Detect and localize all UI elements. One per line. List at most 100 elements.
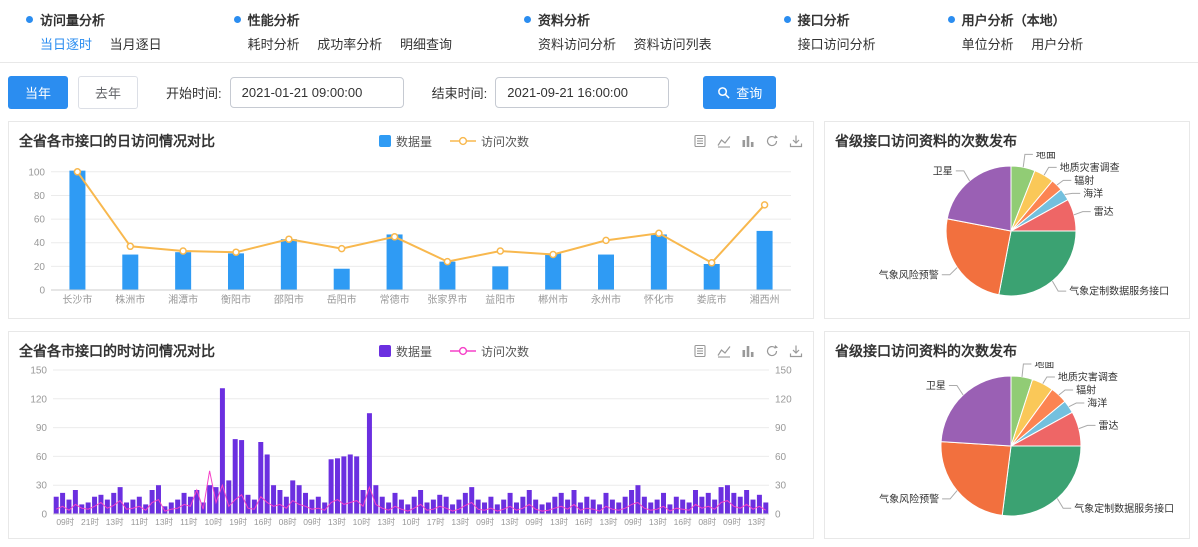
svg-text:16时: 16时 [674,517,692,527]
svg-text:13时: 13时 [600,517,618,527]
svg-text:13时: 13时 [155,517,173,527]
svg-text:13时: 13时 [106,517,124,527]
nav-group-visits: 访问量分析 当日逐时 当月逐日 [26,10,176,53]
line-legend-marker [450,345,476,357]
legend-item-visits[interactable]: 访问次数 [450,133,529,150]
panel-header: 省级接口访问资料的次数发布 [835,340,1179,362]
svg-text:100: 100 [28,167,45,178]
svg-text:地质灾害调查: 地质灾害调查 [1060,161,1120,174]
svg-text:湘潭市: 湘潭市 [168,293,198,306]
hourly-compare-panel: 全省各市接口的时访问情况对比 数据量 访问次数 0030306060909012… [8,331,814,539]
line-chart-icon[interactable] [717,344,731,358]
this-year-button[interactable]: 当年 [8,76,68,109]
svg-text:地面: 地面 [1036,152,1056,161]
nav-link-daily-month[interactable]: 当月逐日 [110,37,162,52]
svg-text:80: 80 [34,191,46,202]
svg-text:张家界市: 张家界市 [427,293,467,306]
start-time-label: 开始时间: [166,83,222,102]
svg-text:09时: 09时 [723,517,741,527]
nav-link-data-access-list[interactable]: 资料访问列表 [634,37,712,52]
refresh-icon[interactable] [765,134,779,148]
svg-text:气象风险预警: 气象风险预警 [879,492,939,505]
line-chart-icon[interactable] [717,134,731,148]
svg-text:邵阳市: 邵阳市 [274,293,304,306]
last-year-button[interactable]: 去年 [78,76,138,109]
legend-item-visits[interactable]: 访问次数 [450,343,529,360]
nav-link-interface-access-analysis[interactable]: 接口访问分析 [798,37,876,52]
svg-text:雷达: 雷达 [1094,206,1114,218]
nav-group-title: 性能分析 [234,10,466,29]
panel-title: 全省各市接口的日访问情况对比 [19,131,215,151]
nav-group-performance: 性能分析 耗时分析 成功率分析 明细查询 [234,10,466,53]
nav-group-title: 资料分析 [524,10,726,29]
panel-header: 全省各市接口的时访问情况对比 数据量 访问次数 [19,340,803,362]
daily-bar-line-chart: 020406080100长沙市株洲市湘潭市衡阳市邵阳市岳阳市常德市张家界市益阳市… [19,152,803,308]
data-view-icon[interactable] [693,134,707,148]
download-icon[interactable] [789,344,803,358]
svg-text:150: 150 [30,366,47,377]
nav-group-data: 资料分析 资料访问分析 资料访问列表 [524,10,726,53]
nav-link-time-cost[interactable]: 耗时分析 [248,37,300,52]
svg-text:0: 0 [775,510,781,521]
bar-chart-icon[interactable] [741,134,755,148]
nav-group-interface: 接口分析 接口访问分析 [784,10,890,53]
legend-item-dataset[interactable]: 数据量 [379,133,432,150]
nav-group-title-text: 性能分析 [248,10,300,29]
bar-legend-swatch [379,345,391,357]
panel-header: 省级接口访问资料的次数发布 [835,130,1179,152]
nav-group-title-text: 接口分析 [798,10,850,29]
download-icon[interactable] [789,134,803,148]
refresh-icon[interactable] [765,344,779,358]
nav-link-unit-analysis[interactable]: 单位分析 [962,37,1014,52]
data-view-icon[interactable] [693,344,707,358]
svg-text:20: 20 [34,262,46,273]
blue-dot-icon [26,16,33,23]
chart-toolbox [693,134,803,148]
svg-text:卫星: 卫星 [926,380,946,392]
chart-legend: 数据量 访问次数 [215,133,693,150]
svg-text:60: 60 [775,452,787,463]
blue-dot-icon [524,16,531,23]
svg-text:地质灾害调查: 地质灾害调查 [1058,371,1118,384]
bar-legend-swatch [379,135,391,147]
panel-header: 全省各市接口的日访问情况对比 数据量 访问次数 [19,130,803,152]
nav-link-hourly-today[interactable]: 当日逐时 [40,37,92,52]
svg-text:郴州市: 郴州市 [538,293,568,306]
nav-link-success-rate[interactable]: 成功率分析 [317,37,382,52]
svg-text:益阳市: 益阳市 [485,293,515,306]
blue-dot-icon [234,16,241,23]
end-time-input[interactable] [495,77,669,108]
svg-text:辐射: 辐射 [1074,174,1094,187]
main-content: 全省各市接口的日访问情况对比 数据量 访问次数 020406080100长沙市株… [0,121,1198,539]
legend-item-dataset[interactable]: 数据量 [379,343,432,360]
province-pie-bottom-panel: 省级接口访问资料的次数发布 地面地质灾害调查辐射海洋雷达气象定制数据服务接口气象… [824,331,1190,539]
svg-text:60: 60 [34,215,46,226]
nav-group-users: 用户分析（本地） 单位分析 用户分析 [948,10,1098,53]
svg-text:10时: 10时 [402,517,420,527]
nav-link-detail-query[interactable]: 明细查询 [400,37,452,52]
nav-items: 资料访问分析 资料访问列表 [524,34,726,53]
daily-compare-panel: 全省各市接口的日访问情况对比 数据量 访问次数 020406080100长沙市株… [8,121,814,319]
nav-group-title: 接口分析 [784,10,890,29]
svg-text:海洋: 海洋 [1087,397,1107,410]
chart-toolbox [693,344,803,358]
panel-title: 省级接口访问资料的次数发布 [835,341,1017,361]
query-button[interactable]: 查询 [703,76,776,109]
svg-text:长沙市: 长沙市 [62,293,92,306]
legend-label: 访问次数 [481,133,529,150]
svg-text:湘西州: 湘西州 [750,293,780,306]
svg-text:120: 120 [30,394,47,405]
svg-text:10时: 10时 [353,517,371,527]
start-time-input[interactable] [230,77,404,108]
svg-text:卫星: 卫星 [933,165,953,177]
nav-link-user-analysis[interactable]: 用户分析 [1031,37,1083,52]
top-nav: 访问量分析 当日逐时 当月逐日 性能分析 耗时分析 成功率分析 明细查询 资料分… [0,0,1198,63]
province-pie-top-panel: 省级接口访问资料的次数发布 地面地质灾害调查辐射海洋雷达气象定制数据服务接口气象… [824,121,1190,319]
bar-chart-icon[interactable] [741,344,755,358]
svg-text:30: 30 [36,481,48,492]
svg-text:气象定制数据服务接口: 气象定制数据服务接口 [1069,285,1169,298]
svg-text:09时: 09时 [476,517,494,527]
left-column: 全省各市接口的日访问情况对比 数据量 访问次数 020406080100长沙市株… [8,121,814,539]
nav-link-data-access-analysis[interactable]: 资料访问分析 [538,37,616,52]
svg-text:13时: 13时 [328,517,346,527]
